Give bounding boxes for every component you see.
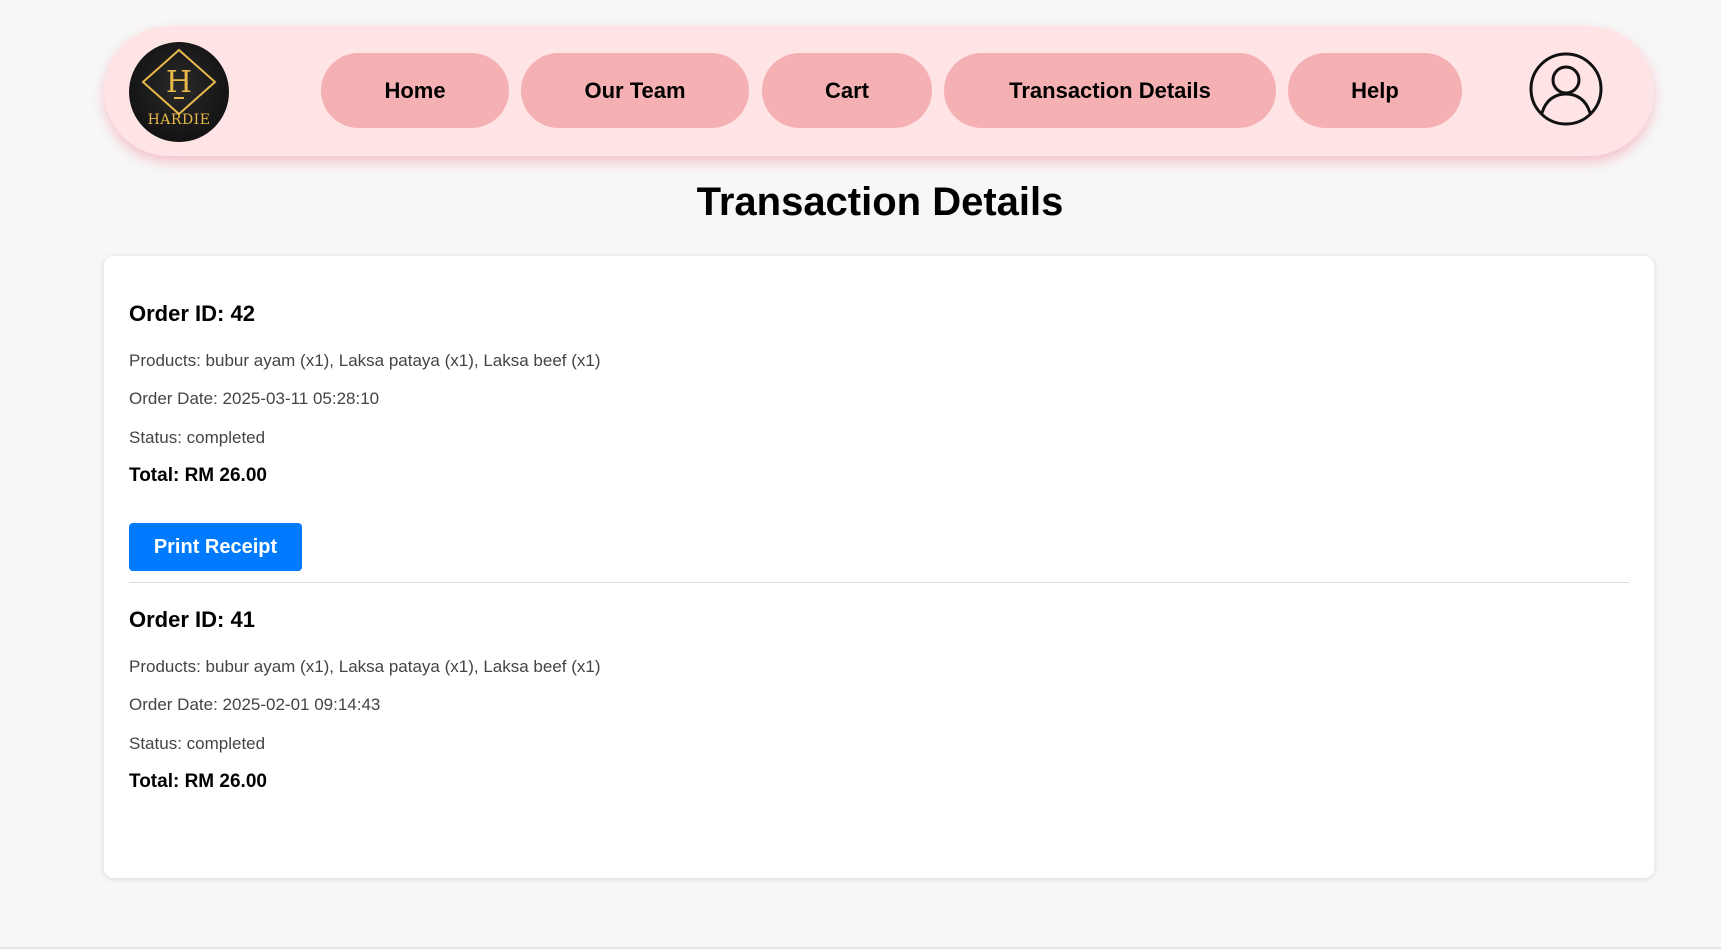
nav-transaction-details-button[interactable]: Transaction Details bbox=[944, 53, 1276, 128]
logo-letter: H bbox=[166, 65, 192, 100]
order-status: Status: completed bbox=[129, 428, 266, 447]
logo-text: HARDIE bbox=[147, 112, 211, 128]
order-date: Order Date: 2025-03-11 05:28:10 bbox=[129, 389, 380, 408]
user-circle-icon[interactable] bbox=[1528, 51, 1604, 127]
order-total: Total: RM 26.00 bbox=[129, 771, 267, 792]
order-id: Order ID: 41 bbox=[129, 607, 255, 632]
page-title: Transaction Details bbox=[696, 180, 1064, 224]
navbar: H HARDIE Home Our Team Cart Transaction … bbox=[104, 26, 1654, 156]
nav-home-button[interactable]: Home bbox=[321, 53, 509, 128]
order-id: Order ID: 42 bbox=[129, 301, 255, 326]
nav-our-team-button[interactable]: Our Team bbox=[521, 53, 749, 128]
order-total: Total: RM 26.00 bbox=[129, 465, 267, 486]
nav-help-button[interactable]: Help bbox=[1288, 53, 1462, 128]
order-products: Products: bubur ayam (x1), Laksa pataya … bbox=[129, 657, 601, 676]
hardie-logo[interactable]: H HARDIE bbox=[129, 42, 229, 142]
order-products: Products: bubur ayam (x1), Laksa pataya … bbox=[129, 351, 601, 370]
nav-cart-button[interactable]: Cart bbox=[762, 53, 932, 128]
print-receipt-button[interactable]: Print Receipt bbox=[129, 523, 302, 571]
transactions-card: Order ID: 42 Products: bubur ayam (x1), … bbox=[104, 256, 1654, 878]
order-date: Order Date: 2025-02-01 09:14:43 bbox=[129, 695, 381, 714]
order-divider bbox=[129, 582, 1629, 583]
order-status: Status: completed bbox=[129, 734, 266, 753]
